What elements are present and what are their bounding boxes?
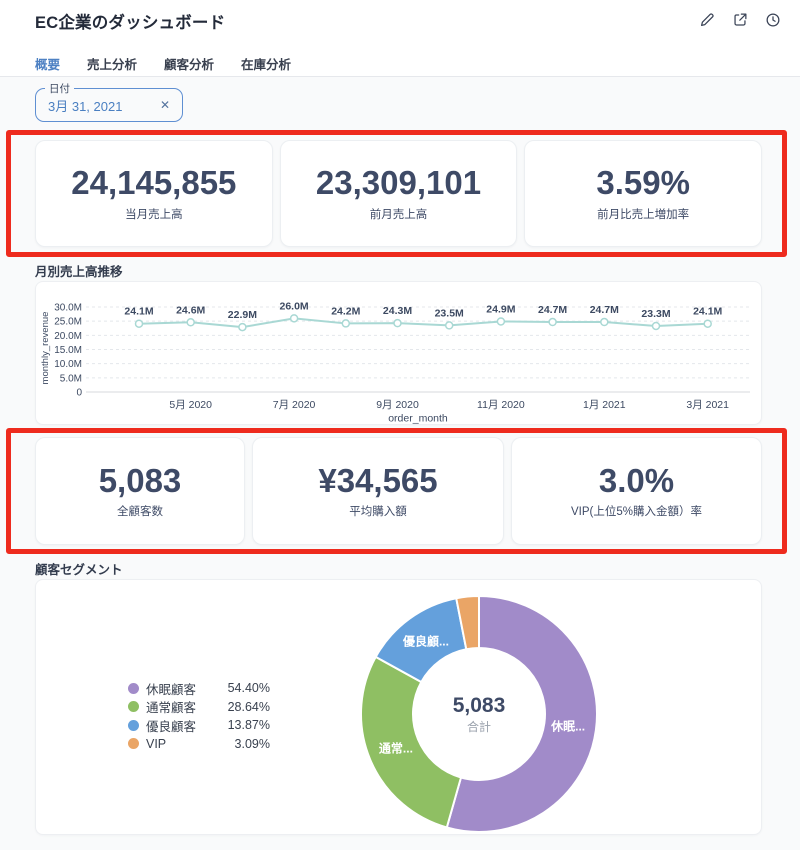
kpi-card-total-customers[interactable]: 5,083 全顧客数 (35, 437, 245, 545)
svg-text:0: 0 (76, 388, 82, 399)
svg-text:11月 2020: 11月 2020 (477, 399, 525, 411)
kpi-card-vip-rate[interactable]: 3.0% VIP(上位5%購入金額）率 (511, 437, 762, 545)
svg-text:5月 2020: 5月 2020 (169, 399, 212, 411)
date-filter-value: 3月 31, 2021 (48, 98, 123, 114)
svg-text:24.3M: 24.3M (383, 305, 412, 317)
kpi-card-average-purchase[interactable]: ¥34,565 平均購入額 (252, 437, 504, 545)
svg-text:25.0M: 25.0M (54, 317, 82, 328)
legend-name: 通常顧客 (146, 701, 197, 716)
donut-plot: 休眠... 通常... 優良顧... 5,083 合計 (329, 580, 629, 834)
legend-item-通常顧客[interactable]: 通常顧客 28.64% (128, 698, 270, 717)
kpi-label: VIP(上位5%購入金額）率 (571, 506, 702, 519)
legend-item-優良顧客[interactable]: 優良顧客 13.87% (128, 716, 270, 735)
svg-text:15.0M: 15.0M (54, 345, 82, 356)
legend-color-dot (128, 701, 139, 713)
svg-text:monthly_revenue: monthly_revenue (40, 312, 51, 385)
header-actions (698, 11, 782, 29)
kpi-card-previous-month-sales[interactable]: 23,309,101 前月売上高 (279, 140, 518, 247)
svg-text:24.2M: 24.2M (331, 305, 360, 317)
customer-segment-donut-chart[interactable]: 休眠顧客 54.40% 通常顧客 28.64% 優良顧客 13.87% VIP 3.09% 休… (35, 579, 762, 835)
legend-percent: 54.40% (227, 681, 270, 696)
clear-filter-icon[interactable]: ✕ (160, 98, 170, 112)
sales-kpi-row: 24,145,855 当月売上高 23,309,101 前月売上高 3.59% … (35, 140, 763, 247)
legend-color-dot (128, 719, 139, 731)
svg-text:23.3M: 23.3M (641, 308, 670, 320)
date-filter-label: 日付 (45, 81, 74, 96)
svg-text:10.0M: 10.0M (54, 359, 82, 370)
donut-legend: 休眠顧客 54.40% 通常顧客 28.64% 優良顧客 13.87% VIP 3.09% (128, 679, 270, 753)
kpi-value: 5,083 (98, 461, 182, 499)
svg-text:通常...: 通常... (379, 741, 413, 756)
legend-item-VIP[interactable]: VIP 3.09% (128, 735, 270, 754)
legend-color-dot (128, 738, 139, 750)
legend-name: VIP (146, 736, 167, 751)
kpi-label: 前月売上高 (369, 208, 428, 221)
export-icon[interactable] (731, 11, 749, 29)
kpi-value: 24,145,855 (71, 164, 237, 202)
legend-percent: 28.64% (227, 699, 270, 714)
svg-text:5,083: 5,083 (453, 694, 506, 717)
kpi-card-growth-rate[interactable]: 3.59% 前月比売上増加率 (524, 140, 763, 247)
svg-text:24.1M: 24.1M (693, 306, 722, 318)
date-filter-input[interactable]: 日付 3月 31, 2021 ✕ (35, 81, 183, 122)
svg-text:24.7M: 24.7M (538, 304, 567, 316)
dashboard-page: EC企業のダッシュボード 概要 売上分析 顧客分析 在庫分析 日付 3月 31,… (0, 0, 800, 850)
edit-icon[interactable] (698, 11, 716, 29)
customer-segment-title: 顧客セグメント (35, 563, 123, 577)
line-chart-svg: 30.0M 25.0M 20.0M 15.0M 10.0M 5.0M 0 monthly_re… (40, 300, 750, 425)
svg-text:24.7M: 24.7M (590, 304, 619, 316)
svg-text:22.9M: 22.9M (228, 309, 257, 321)
legend-percent: 3.09% (234, 736, 270, 751)
legend-color-dot (128, 682, 139, 694)
svg-text:5.0M: 5.0M (60, 373, 82, 384)
legend-percent: 13.87% (227, 718, 270, 733)
kpi-value: ¥34,565 (318, 461, 438, 499)
kpi-value: 3.0% (598, 461, 675, 499)
legend-name: 休眠顧客 (146, 682, 197, 697)
svg-text:1月 2021: 1月 2021 (583, 399, 626, 411)
svg-text:24.6M: 24.6M (176, 304, 205, 316)
legend-item-休眠顧客[interactable]: 休眠顧客 54.40% (128, 679, 270, 698)
svg-text:23.5M: 23.5M (435, 307, 464, 319)
svg-text:30.0M: 30.0M (54, 303, 82, 314)
kpi-value: 3.59% (596, 164, 690, 202)
svg-text:優良顧...: 優良顧... (402, 633, 449, 648)
svg-text:7月 2020: 7月 2020 (273, 399, 316, 411)
svg-text:24.9M: 24.9M (486, 303, 515, 315)
svg-text:20.0M: 20.0M (54, 331, 82, 342)
svg-text:休眠...: 休眠... (550, 718, 585, 733)
customer-kpi-row: 5,083 全顧客数 ¥34,565 平均購入額 3.0% VIP(上位5%購入… (35, 437, 762, 545)
svg-text:24.1M: 24.1M (124, 306, 153, 318)
history-icon[interactable] (764, 11, 782, 29)
kpi-label: 全顧客数 (117, 506, 163, 519)
svg-text:合計: 合計 (467, 719, 491, 734)
kpi-value: 23,309,101 (315, 164, 482, 202)
kpi-label: 平均購入額 (349, 506, 407, 519)
legend-name: 優良顧客 (146, 719, 197, 734)
svg-text:26.0M: 26.0M (280, 300, 309, 312)
kpi-card-current-month-sales[interactable]: 24,145,855 当月売上高 (35, 140, 273, 247)
svg-text:3月 2021: 3月 2021 (686, 399, 729, 411)
svg-text:9月 2020: 9月 2020 (376, 399, 419, 411)
kpi-label: 当月売上高 (125, 208, 183, 221)
monthly-revenue-line-chart[interactable]: 30.0M 25.0M 20.0M 15.0M 10.0M 5.0M 0 monthly_re… (35, 281, 762, 425)
donut-svg: 休眠... 通常... 優良顧... 5,083 合計 (360, 595, 598, 833)
kpi-label: 前月比売上増加率 (597, 208, 690, 221)
page-title: EC企業のダッシュボード (35, 14, 226, 32)
monthly-trend-title: 月別売上高推移 (35, 265, 123, 279)
svg-text:order_month: order_month (388, 413, 448, 425)
